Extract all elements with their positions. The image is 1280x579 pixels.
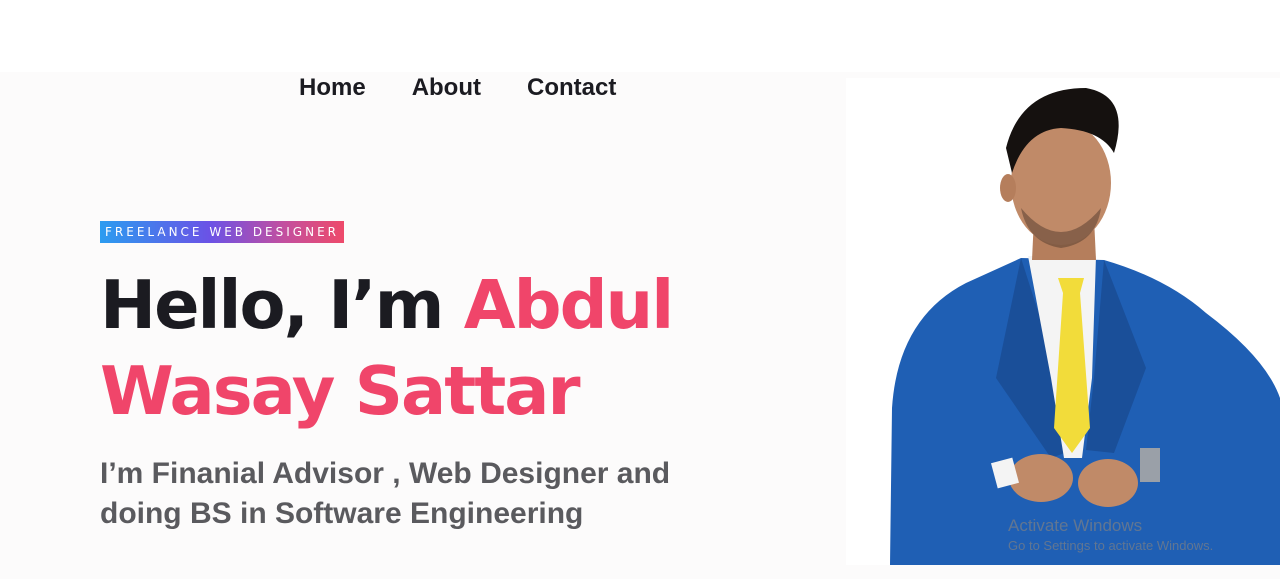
nav-home-link[interactable]: Home [299, 72, 366, 104]
profile-photo [846, 78, 1280, 565]
name-first: Abdul [463, 266, 674, 344]
subtitle-line-1: I’m Finanial Advisor , Web Designer and [100, 457, 671, 490]
windows-activation-watermark: Activate Windows Go to Settings to activ… [1008, 515, 1213, 555]
nav-about-link[interactable]: About [412, 72, 481, 104]
portrait-illustration [846, 78, 1280, 565]
greeting-text: Hello, I’m [100, 266, 464, 344]
subtitle-line-2: doing BS in Software Engineering [100, 497, 584, 530]
role-badge: FREELANCE WEB DESIGNER [100, 221, 344, 243]
nav-contact-link[interactable]: Contact [527, 72, 616, 104]
watermark-title: Activate Windows [1008, 516, 1143, 535]
main-nav: Home About Contact [276, 72, 616, 104]
hero-subtitle: I’m Finanial Advisor , Web Designer and … [100, 454, 740, 534]
watermark-subtitle: Go to Settings to activate Windows. [1008, 538, 1214, 553]
top-strip [0, 0, 1280, 72]
name-last: Wasay Sattar [100, 352, 581, 430]
hero-headline: Hello, I’m Abdul Wasay Sattar [100, 262, 674, 434]
